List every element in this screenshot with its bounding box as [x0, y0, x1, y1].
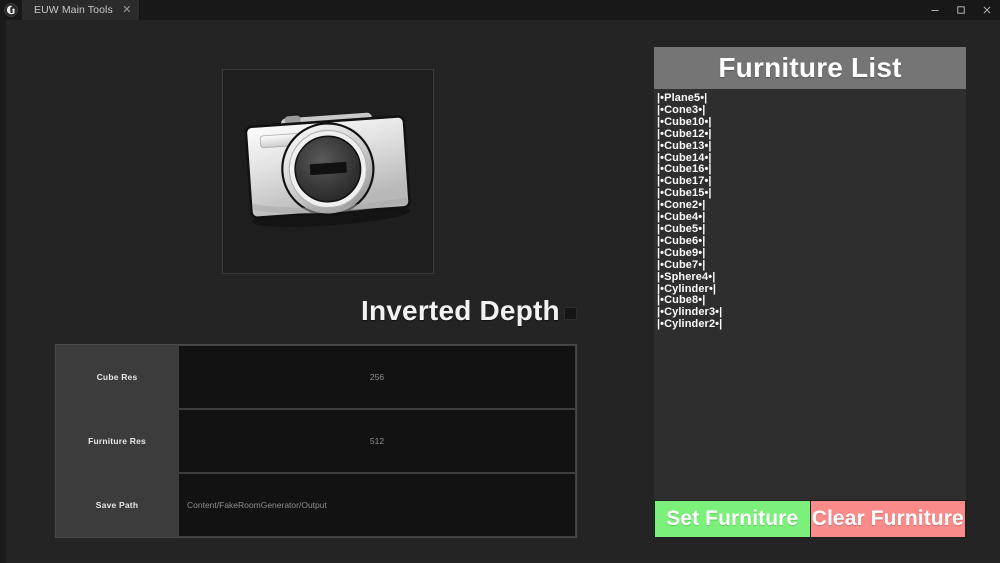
furniture-list-header: Furniture List: [654, 47, 966, 89]
camera-preview-frame[interactable]: [222, 69, 434, 274]
furniture-res-label: Furniture Res: [88, 436, 146, 446]
save-path-input[interactable]: Content/FakeRoomGenerator/Output: [178, 473, 576, 537]
tab-label: EUW Main Tools: [34, 4, 113, 16]
list-item[interactable]: |•Sphere4•|: [657, 271, 966, 284]
inverted-depth-label: Inverted Depth: [361, 295, 560, 326]
furniture-res-input[interactable]: 512: [178, 409, 576, 473]
unreal-engine-logo-icon: [0, 0, 22, 20]
list-item[interactable]: |•Cylinder2•|: [657, 318, 966, 331]
camera-3d-render-icon: [223, 70, 433, 273]
window-controls: [922, 0, 1000, 20]
inverted-depth-checkbox[interactable]: [563, 306, 577, 320]
settings-row-save-path: Save Path Content/FakeRoomGenerator/Outp…: [56, 473, 576, 537]
list-item[interactable]: |•Cube13•|: [657, 140, 966, 153]
save-path-label: Save Path: [95, 500, 139, 510]
settings-panel: Cube Res 256 Furniture Res 512 Save Path…: [55, 344, 577, 538]
tab-strip: EUW Main Tools ✕: [22, 0, 140, 20]
title-bar: EUW Main Tools ✕: [0, 0, 1000, 20]
furniture-listbox[interactable]: |•Plane5•| |•Cone3•| |•Cube10•| |•Cube12•| |…: [654, 89, 966, 500]
settings-row-furniture-res: Furniture Res 512: [56, 409, 576, 473]
minimize-icon[interactable]: [922, 0, 948, 20]
tab-close-icon[interactable]: ✕: [122, 4, 132, 16]
list-item[interactable]: |•Cube7•|: [657, 259, 966, 272]
cube-res-input[interactable]: 256: [178, 345, 576, 409]
furniture-list-panel: Furniture List |•Plane5•| |•Cone3•| |•Cube…: [654, 47, 966, 538]
settings-row-cube-res: Cube Res 256: [56, 345, 576, 409]
maximize-icon[interactable]: [948, 0, 974, 20]
list-item[interactable]: |•Cube10•|: [657, 116, 966, 129]
list-item[interactable]: |•Cube6•|: [657, 235, 966, 248]
window-close-icon[interactable]: [974, 0, 1000, 20]
set-furniture-button[interactable]: Set Furniture: [654, 500, 810, 538]
list-item[interactable]: |•Cube12•|: [657, 128, 966, 141]
cube-res-label: Cube Res: [96, 372, 138, 382]
furniture-list-title: Furniture List: [718, 52, 902, 83]
list-item[interactable]: |•Cube9•|: [657, 247, 966, 260]
furniture-button-row: Set Furniture Clear Furniture: [654, 500, 966, 538]
clear-furniture-button[interactable]: Clear Furniture: [809, 500, 966, 538]
tab-euw-main-tools[interactable]: EUW Main Tools ✕: [22, 0, 140, 20]
editor-utility-widget-canvas: Inverted Depth Cube Res 256 Furniture Re…: [6, 20, 1000, 563]
inverted-depth-row: Inverted Depth: [361, 295, 577, 327]
